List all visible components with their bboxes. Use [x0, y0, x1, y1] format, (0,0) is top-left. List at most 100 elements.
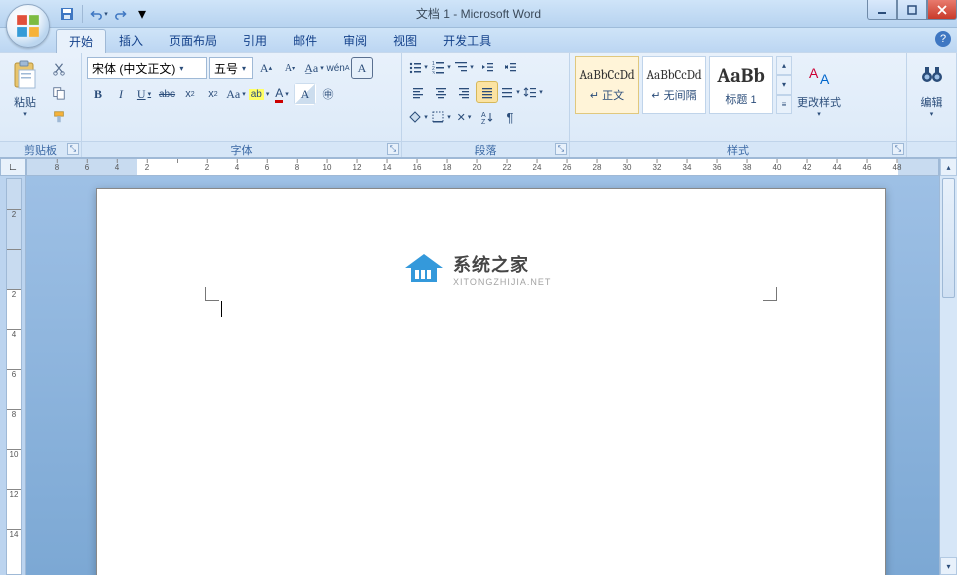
font-name-combo[interactable]: 宋体 (中文正文)▾ — [87, 57, 207, 79]
group-font: 宋体 (中文正文)▾ 五号▾ A▴ A▾ A̲a wénA A B I U ab… — [82, 53, 402, 157]
align-left-button[interactable] — [407, 81, 429, 103]
clipboard-launcher[interactable]: ⤡ — [67, 143, 79, 155]
group-editing-label — [907, 141, 956, 157]
ribbon-tabs: 开始 插入 页面布局 引用 邮件 审阅 视图 开发工具 ? — [0, 28, 957, 52]
multilevel-list-button[interactable] — [453, 56, 475, 78]
binoculars-icon — [916, 59, 948, 91]
document-scroll-area: 8642246810121416182022242628303234363840… — [26, 158, 957, 575]
find-button[interactable]: 编辑▾ — [912, 56, 951, 128]
change-styles-button[interactable]: AA 更改样式▾ — [795, 56, 843, 128]
subscript-button[interactable]: x2 — [179, 83, 201, 105]
paste-label: 粘贴 — [14, 94, 36, 110]
svg-text:3: 3 — [432, 71, 435, 74]
style-heading-1[interactable]: AaBb标题 1 — [709, 56, 773, 114]
redo-button[interactable] — [111, 3, 133, 25]
clear-formatting-button[interactable]: A̲a — [303, 57, 325, 79]
quick-access-toolbar: ▾ — [56, 0, 149, 27]
char-border-button[interactable]: A — [351, 57, 373, 79]
bullets-button[interactable] — [407, 56, 429, 78]
tab-home[interactable]: 开始 — [56, 29, 106, 53]
group-styles-label: 样式⤡ — [570, 141, 906, 157]
copy-button[interactable] — [48, 82, 70, 104]
borders-button[interactable] — [430, 106, 452, 128]
svg-text:A: A — [481, 112, 486, 119]
paragraph-launcher[interactable]: ⤡ — [555, 143, 567, 155]
qat-customize[interactable]: ▾ — [135, 3, 149, 25]
shrink-font-button[interactable]: A▾ — [279, 57, 301, 79]
font-color-button[interactable]: A — [271, 83, 293, 105]
align-justify-button[interactable] — [476, 81, 498, 103]
watermark-subtitle: XITONGZHIJIA.NET — [453, 277, 551, 287]
tab-references[interactable]: 引用 — [230, 28, 280, 52]
tab-insert[interactable]: 插入 — [106, 28, 156, 52]
shading-button[interactable] — [407, 106, 429, 128]
sort-button[interactable]: AZ — [476, 106, 498, 128]
scroll-up-button[interactable]: ▴ — [940, 158, 957, 176]
style-no-spacing[interactable]: AaBbCcDd↵ 无间隔 — [642, 56, 706, 114]
change-case-button[interactable]: Aa — [225, 83, 247, 105]
help-button[interactable]: ? — [935, 31, 951, 47]
cut-button[interactable] — [48, 58, 70, 80]
decrease-indent-button[interactable] — [476, 56, 498, 78]
office-button[interactable] — [6, 4, 50, 48]
tab-selector[interactable]: ∟ — [0, 158, 26, 176]
numbering-button[interactable]: 123 — [430, 56, 452, 78]
document-page[interactable]: 系统之家 XITONGZHIJIA.NET — [96, 188, 886, 575]
chinese-layout-button[interactable]: ✕ — [453, 106, 475, 128]
group-font-label: 字体⤡ — [82, 141, 401, 157]
margin-guide-tl — [205, 287, 219, 301]
styles-scroll-up[interactable]: ▴ — [776, 56, 792, 75]
italic-button[interactable]: I — [110, 83, 132, 105]
font-size-combo[interactable]: 五号▾ — [209, 57, 253, 79]
grow-font-button[interactable]: A▴ — [255, 57, 277, 79]
format-painter-button[interactable] — [48, 106, 70, 128]
watermark: 系统之家 XITONGZHIJIA.NET — [403, 251, 551, 287]
minimize-button[interactable] — [867, 0, 897, 20]
styles-scroll: ▴ ▾ ≡ — [776, 56, 792, 114]
tab-developer[interactable]: 开发工具 — [430, 28, 504, 52]
save-button[interactable] — [56, 3, 78, 25]
line-spacing-button[interactable] — [522, 81, 544, 103]
horizontal-ruler[interactable]: 8642246810121416182022242628303234363840… — [26, 158, 939, 176]
watermark-title: 系统之家 — [453, 251, 551, 277]
align-center-button[interactable] — [430, 81, 452, 103]
strikethrough-button[interactable]: abc — [156, 83, 178, 105]
margin-guide-tr — [763, 287, 777, 301]
vertical-ruler[interactable]: 22468101214 — [6, 178, 22, 575]
align-distributed-button[interactable] — [499, 81, 521, 103]
close-button[interactable] — [927, 0, 957, 20]
vertical-scrollbar[interactable]: ▴ ▾ — [939, 158, 957, 575]
vertical-ruler-container: ∟ 22468101214 — [0, 158, 26, 575]
highlight-button[interactable]: ab — [248, 83, 270, 105]
window-controls — [867, 0, 957, 20]
font-launcher[interactable]: ⤡ — [387, 143, 399, 155]
tab-view[interactable]: 视图 — [380, 28, 430, 52]
style-normal[interactable]: AaBbCcDd↵ 正文 — [575, 56, 639, 114]
char-shading-button[interactable]: A — [294, 83, 316, 105]
tab-mailings[interactable]: 邮件 — [280, 28, 330, 52]
undo-button[interactable] — [87, 3, 109, 25]
styles-expand[interactable]: ≡ — [776, 95, 792, 114]
styles-launcher[interactable]: ⤡ — [892, 143, 904, 155]
underline-button[interactable]: U — [133, 83, 155, 105]
enclose-char-button[interactable]: ㊥ — [317, 83, 339, 105]
styles-scroll-down[interactable]: ▾ — [776, 75, 792, 94]
qat-separator — [82, 5, 83, 23]
clipboard-icon — [9, 59, 41, 91]
tab-page-layout[interactable]: 页面布局 — [156, 28, 230, 52]
superscript-button[interactable]: x2 — [202, 83, 224, 105]
scroll-thumb[interactable] — [942, 178, 955, 298]
svg-text:Z: Z — [481, 119, 486, 124]
paste-button[interactable]: 粘贴 ▾ — [5, 56, 45, 128]
svg-text:A: A — [820, 71, 830, 87]
maximize-button[interactable] — [897, 0, 927, 20]
increase-indent-button[interactable] — [499, 56, 521, 78]
bold-button[interactable]: B — [87, 83, 109, 105]
show-marks-button[interactable]: ¶ — [499, 106, 521, 128]
title-bar: ▾ 文档 1 - Microsoft Word — [0, 0, 957, 28]
tab-review[interactable]: 审阅 — [330, 28, 380, 52]
align-right-button[interactable] — [453, 81, 475, 103]
phonetic-guide-button[interactable]: wénA — [327, 57, 349, 79]
watermark-logo-icon — [403, 252, 445, 286]
scroll-down-button[interactable]: ▾ — [940, 557, 957, 575]
